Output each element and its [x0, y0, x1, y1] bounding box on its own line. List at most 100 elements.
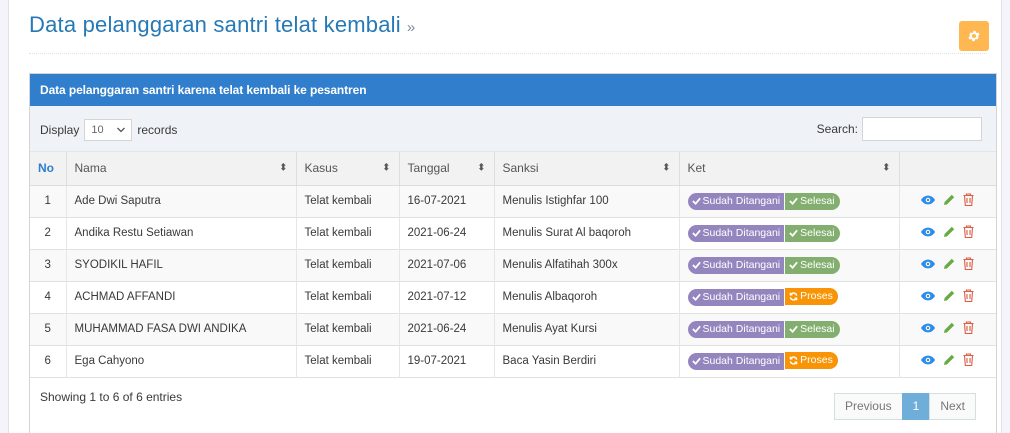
- pencil-icon[interactable]: [943, 226, 955, 241]
- column-header-nama[interactable]: Nama ⬍: [66, 152, 297, 186]
- cell-nama: Andika Restu Setiawan: [66, 217, 297, 249]
- page-length-control: Display 10 records: [40, 119, 177, 141]
- column-label: Kasus: [304, 161, 338, 176]
- entries-info: Showing 1 to 6 of 6 entries: [40, 389, 183, 404]
- cell-sanksi: Menulis Ayat Kursi: [494, 313, 680, 345]
- table-row: 5 MUHAMMAD FASA DWI ANDIKA Telat kembali 20…: [30, 313, 996, 345]
- check-icon: [691, 293, 701, 302]
- data-table: No Nama ⬍ Kasus ⬍ Tanggal ⬍ Sanksi ⬍ Ket ⬍ 1A…: [30, 152, 996, 378]
- column-header-actions: [899, 152, 996, 186]
- cell-sanksi: Menulis Istighfar 100: [494, 185, 680, 217]
- cell-nama: ACHMAD AFFANDI: [66, 281, 297, 313]
- status-badge-label: Selesai: [800, 322, 835, 335]
- cell-sanksi: Baca Yasin Berdiri: [494, 345, 680, 377]
- sort-icon: ⬍: [279, 162, 288, 174]
- column-header-no[interactable]: No: [30, 152, 67, 186]
- status-badge: Proses: [785, 352, 838, 370]
- check-icon: [691, 325, 701, 333]
- check-icon: [789, 197, 798, 205]
- eye-icon[interactable]: [921, 323, 936, 336]
- column-header-ket[interactable]: Ket ⬍: [679, 152, 900, 186]
- cell-tanggal: 2021-06-24: [399, 217, 495, 249]
- status-badge-label: Proses: [800, 290, 833, 303]
- cell-actions: [899, 217, 996, 249]
- status-badge: Selesai: [785, 192, 840, 210]
- sort-icon: ⬍: [382, 162, 391, 174]
- handled-badge: Sudah Ditangani: [687, 256, 785, 274]
- column-header-sanksi[interactable]: Sanksi ⬍: [494, 152, 680, 186]
- cell-kasus: Telat kembali: [296, 345, 400, 377]
- cell-nama: SYODIKIL HAFIL: [66, 249, 297, 281]
- handled-badge: Sudah Ditangani: [687, 288, 785, 306]
- pencil-icon[interactable]: [943, 322, 955, 337]
- column-label: Ket: [687, 161, 706, 176]
- check-icon: [691, 261, 701, 269]
- check-icon: [789, 325, 798, 333]
- gear-icon: [968, 30, 980, 42]
- cell-actions: [899, 185, 996, 217]
- cell-ket: Sudah Ditangani Selesai: [679, 185, 900, 217]
- pencil-icon[interactable]: [943, 290, 955, 305]
- trash-icon[interactable]: [963, 289, 974, 305]
- status-badge: Selesai: [785, 256, 840, 274]
- handled-badge: Sudah Ditangani: [687, 352, 785, 370]
- table-toolbar: Display 10 records Search:: [30, 106, 996, 152]
- table-row: 6 Ega Cahyono Telat kembali 19-07-2021 Baca …: [30, 345, 996, 377]
- table-header-row: No Nama ⬍ Kasus ⬍ Tanggal ⬍ Sanksi ⬍ Ket ⬍: [30, 152, 996, 186]
- trash-icon[interactable]: [963, 321, 974, 337]
- records-label: records: [137, 123, 178, 137]
- column-header-kasus[interactable]: Kasus ⬍: [296, 152, 400, 186]
- trash-icon[interactable]: [963, 257, 974, 273]
- page-length-select[interactable]: 10: [84, 119, 133, 141]
- trash-icon[interactable]: [963, 225, 974, 241]
- table-row: 1 Ade Dwi Saputra Telat kembali 16-07-2021 M…: [30, 185, 996, 217]
- title-suffix: »: [406, 19, 416, 36]
- handled-badge: Sudah Ditangani: [687, 320, 785, 338]
- next-button[interactable]: Next: [929, 392, 976, 420]
- pencil-icon[interactable]: [943, 194, 955, 209]
- settings-button[interactable]: [959, 21, 989, 51]
- handled-badge-label: Sudah Ditangani: [702, 194, 781, 207]
- eye-icon[interactable]: [921, 259, 936, 272]
- refresh-icon: [789, 356, 798, 365]
- trash-icon[interactable]: [963, 353, 974, 369]
- cell-no: 5: [30, 313, 67, 345]
- search-control: Search:: [817, 117, 982, 141]
- cell-tanggal: 19-07-2021: [399, 345, 495, 377]
- page-button-1[interactable]: 1: [901, 392, 931, 420]
- chevron-down-icon: [117, 127, 126, 133]
- cell-sanksi: Menulis Albaqoroh: [494, 281, 680, 313]
- column-header-tanggal[interactable]: Tanggal ⬍: [399, 152, 495, 186]
- eye-icon[interactable]: [921, 227, 936, 240]
- table-row: 4 ACHMAD AFFANDI Telat kembali 2021-07-12 Me…: [30, 281, 996, 313]
- cell-tanggal: 16-07-2021: [399, 185, 495, 217]
- cell-ket: Sudah Ditangani Selesai: [679, 249, 900, 281]
- cell-tanggal: 2021-07-12: [399, 281, 495, 313]
- check-icon: [789, 229, 798, 237]
- cell-no: 6: [30, 345, 67, 377]
- pencil-icon[interactable]: [943, 354, 955, 369]
- cell-actions: [899, 313, 996, 345]
- handled-badge: Sudah Ditangani: [687, 224, 785, 242]
- box-header: Data pelanggaran santri karena telat kem…: [30, 74, 996, 106]
- trash-icon[interactable]: [963, 193, 974, 209]
- cell-nama: Ade Dwi Saputra: [66, 185, 297, 217]
- page-header: Data pelanggaran santri telat kembali »: [29, 10, 989, 54]
- data-box: Data pelanggaran santri karena telat kem…: [29, 73, 997, 433]
- search-input[interactable]: [862, 117, 982, 141]
- eye-icon[interactable]: [921, 291, 936, 304]
- eye-icon[interactable]: [921, 355, 936, 368]
- handled-badge: Sudah Ditangani: [687, 192, 785, 210]
- eye-icon[interactable]: [921, 195, 936, 208]
- cell-ket: Sudah Ditangani Proses: [679, 281, 900, 313]
- display-label: Display: [40, 123, 80, 137]
- previous-button[interactable]: Previous: [833, 392, 903, 420]
- table-footer: Showing 1 to 6 of 6 entries Previous 1 N…: [30, 378, 996, 426]
- cell-tanggal: 2021-06-24: [399, 313, 495, 345]
- search-label: Search:: [816, 122, 858, 136]
- table-row: 2 Andika Restu Setiawan Telat kembali 2021-…: [30, 217, 996, 249]
- cell-ket: Sudah Ditangani Selesai: [679, 217, 900, 249]
- cell-actions: [899, 345, 996, 377]
- handled-badge-label: Sudah Ditangani: [702, 226, 781, 239]
- pencil-icon[interactable]: [943, 258, 955, 273]
